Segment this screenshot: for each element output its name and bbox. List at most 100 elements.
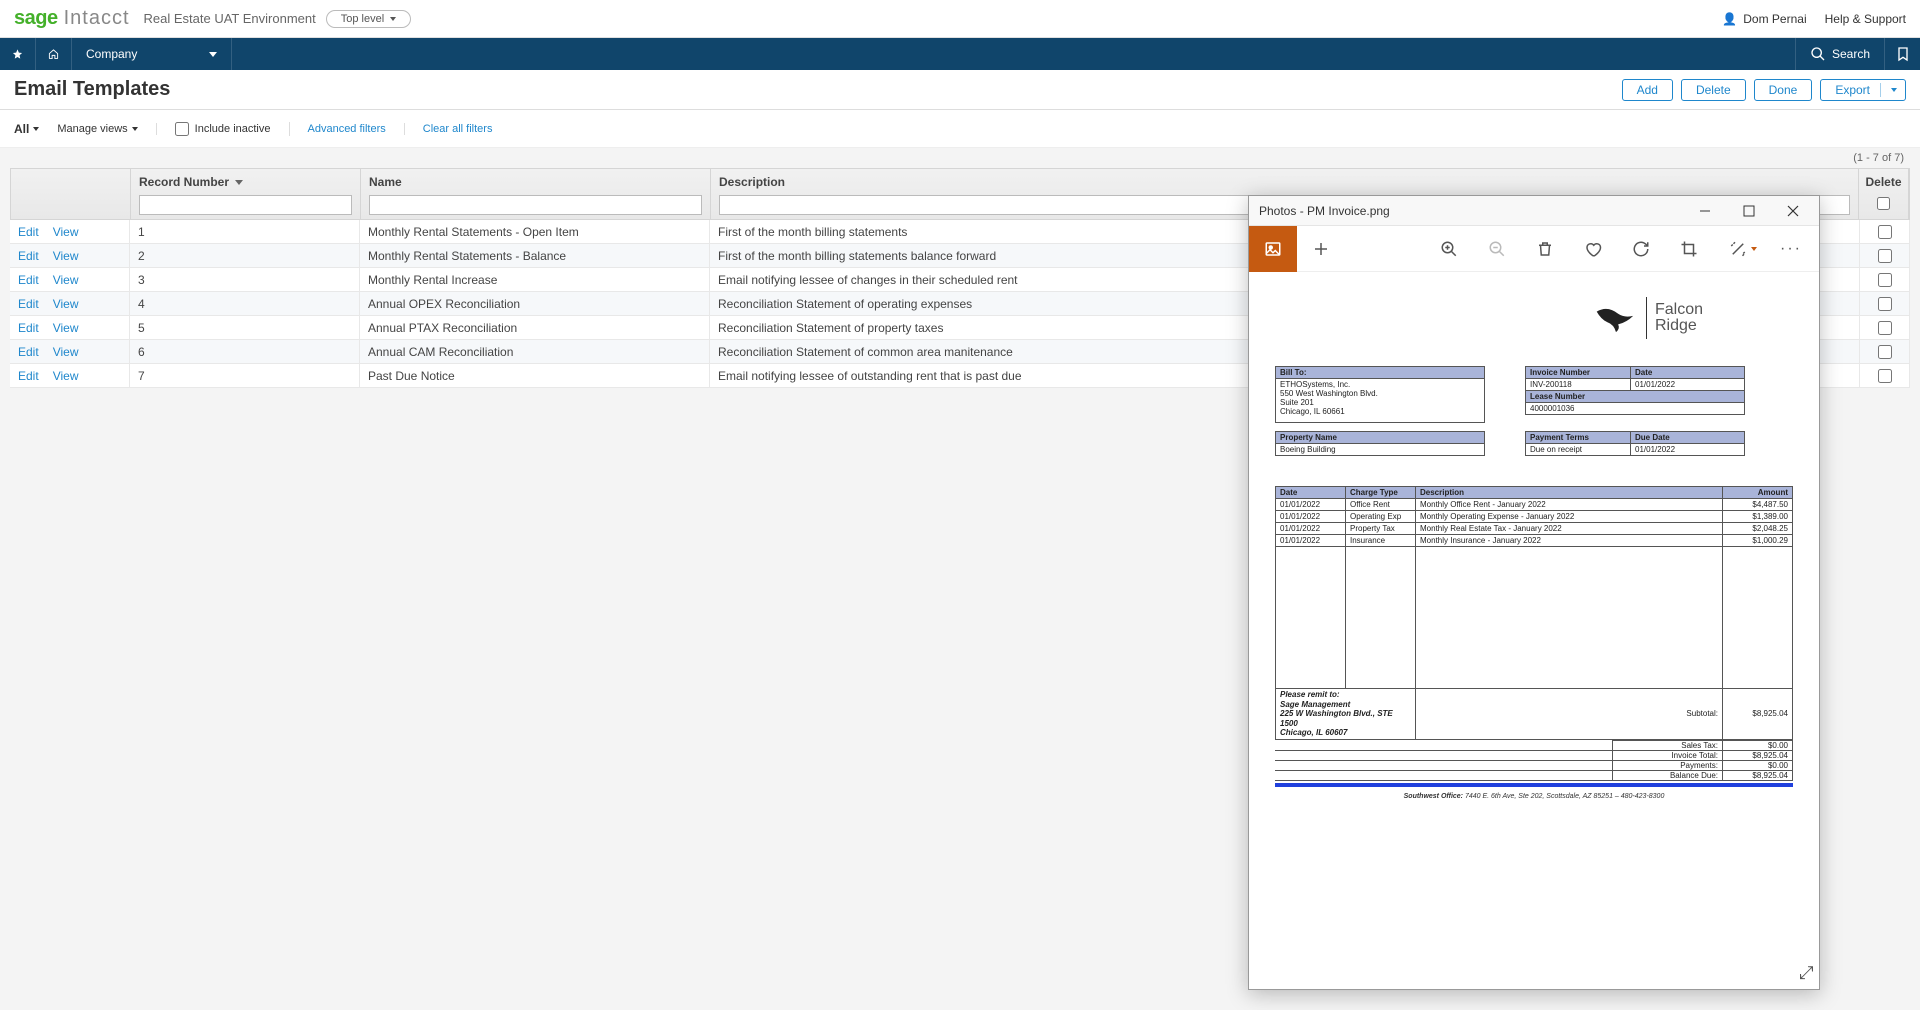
cell-record: 6: [130, 340, 360, 363]
row-delete-checkbox[interactable]: [1878, 321, 1892, 335]
more-button-photos[interactable]: ···: [1773, 226, 1809, 272]
edit-link[interactable]: Edit: [18, 225, 39, 239]
chevron-down-icon: [132, 127, 138, 131]
user-menu[interactable]: 👤 Dom Pernai: [1722, 12, 1806, 26]
col-name[interactable]: Name: [361, 169, 711, 219]
resize-handle[interactable]: ⤡: [1795, 965, 1816, 979]
home-icon: [48, 46, 59, 62]
col-delete: Delete: [1859, 169, 1909, 219]
view-link[interactable]: View: [53, 225, 79, 239]
include-inactive-label: Include inactive: [195, 123, 271, 135]
edit-link[interactable]: Edit: [18, 297, 39, 311]
delete-button-photos[interactable]: [1521, 226, 1569, 272]
row-actions: Edit View: [10, 316, 130, 339]
row-actions: Edit View: [10, 340, 130, 363]
filter-row: All Manage views Include inactive Advanc…: [0, 110, 1920, 148]
invoice-line: 01/01/2022Property TaxMonthly Real Estat…: [1276, 523, 1793, 535]
row-delete-checkbox[interactable]: [1878, 273, 1892, 287]
export-label: Export: [1835, 83, 1870, 97]
zoom-in-button[interactable]: [1425, 226, 1473, 272]
help-support-link[interactable]: Help & Support: [1825, 12, 1906, 26]
salestax-value: $0.00: [1723, 740, 1793, 750]
invtotal-label: Invoice Total:: [1613, 750, 1723, 760]
export-button[interactable]: Export: [1820, 79, 1906, 101]
rotate-button[interactable]: [1617, 226, 1665, 272]
advanced-filters-link[interactable]: Advanced filters: [308, 123, 405, 135]
company-menu[interactable]: Company: [72, 38, 232, 70]
invoice-logo: Falcon Ridge: [1275, 288, 1793, 348]
close-icon: [1787, 205, 1799, 217]
cell-name: Annual CAM Reconciliation: [360, 340, 710, 363]
clear-filters-link[interactable]: Clear all filters: [423, 123, 493, 135]
photos-toolbar: ···: [1249, 226, 1819, 272]
bookmark-button[interactable]: [1884, 38, 1920, 70]
balance-value: $8,925.04: [1723, 770, 1793, 780]
view-image-button[interactable]: [1249, 226, 1297, 272]
top-level-dropdown[interactable]: Top level: [326, 10, 411, 28]
magic-icon: [1729, 240, 1747, 258]
search-button[interactable]: Search: [1795, 38, 1884, 70]
invoice-divider-bar: [1275, 783, 1793, 787]
col-record-number[interactable]: Record Number: [131, 169, 361, 219]
heart-icon: [1584, 240, 1602, 258]
cell-record: 7: [130, 364, 360, 387]
filter-record-input[interactable]: [139, 195, 352, 215]
inv-num-value: INV-200118: [1526, 379, 1631, 391]
filter-name-input[interactable]: [369, 195, 702, 215]
delete-all-checkbox[interactable]: [1877, 197, 1890, 210]
search-label: Search: [1832, 47, 1870, 61]
home-button[interactable]: [36, 38, 72, 70]
edit-link[interactable]: Edit: [18, 345, 39, 359]
col-desc-label: Description: [719, 175, 785, 189]
invoice-line: 01/01/2022Office RentMonthly Office Rent…: [1276, 499, 1793, 511]
logo-line2: Ridge: [1655, 318, 1703, 334]
view-link[interactable]: View: [53, 369, 79, 383]
edit-link[interactable]: Edit: [18, 249, 39, 263]
done-button[interactable]: Done: [1754, 79, 1813, 101]
row-delete-checkbox[interactable]: [1878, 225, 1892, 239]
photos-titlebar[interactable]: Photos - PM Invoice.png: [1249, 196, 1819, 226]
add-button-photos[interactable]: [1297, 226, 1345, 272]
edit-link[interactable]: Edit: [18, 369, 39, 383]
view-link[interactable]: View: [53, 321, 79, 335]
user-name: Dom Pernai: [1743, 12, 1806, 26]
zoom-out-button[interactable]: [1473, 226, 1521, 272]
delete-button[interactable]: Delete: [1681, 79, 1746, 101]
include-inactive-checkbox[interactable]: Include inactive: [175, 122, 290, 136]
cell-name: Past Due Notice: [360, 364, 710, 387]
view-link[interactable]: View: [53, 273, 79, 287]
view-link[interactable]: View: [53, 297, 79, 311]
southwest-office-line: Southwest Office: 7440 E. 6th Ave, Ste 2…: [1275, 793, 1793, 800]
divider: [1880, 83, 1881, 97]
row-delete-checkbox[interactable]: [1878, 249, 1892, 263]
crop-button[interactable]: [1665, 226, 1713, 272]
minimize-button[interactable]: [1683, 196, 1727, 226]
prop-header: Property Name: [1276, 432, 1485, 444]
terms-value: Due on receipt: [1526, 444, 1631, 456]
row-delete-checkbox[interactable]: [1878, 369, 1892, 383]
manage-views-dropdown[interactable]: Manage views: [57, 123, 156, 135]
row-delete-checkbox[interactable]: [1878, 345, 1892, 359]
favorites-button[interactable]: [0, 38, 36, 70]
lease-header: Lease Number: [1526, 391, 1745, 403]
remit-header: Please remit to:: [1280, 690, 1340, 699]
filter-all-dropdown[interactable]: All: [14, 122, 39, 136]
view-link[interactable]: View: [53, 249, 79, 263]
maximize-button[interactable]: [1727, 196, 1771, 226]
view-link[interactable]: View: [53, 345, 79, 359]
edit-link[interactable]: Edit: [18, 321, 39, 335]
inv-date-header: Date: [1631, 367, 1745, 379]
row-actions: Edit View: [10, 220, 130, 243]
row-delete-checkbox[interactable]: [1878, 297, 1892, 311]
plus-icon: [1312, 240, 1330, 258]
include-inactive-input[interactable]: [175, 122, 189, 136]
col-actions: [11, 169, 131, 219]
chevron-down-icon: [390, 17, 396, 21]
edit-button-photos[interactable]: [1713, 226, 1773, 272]
add-button[interactable]: Add: [1622, 79, 1673, 101]
close-button[interactable]: [1771, 196, 1815, 226]
pager-text: (1 - 7 of 7): [10, 148, 1910, 168]
favorite-button-photos[interactable]: [1569, 226, 1617, 272]
page-title: Email Templates: [14, 78, 170, 101]
edit-link[interactable]: Edit: [18, 273, 39, 287]
